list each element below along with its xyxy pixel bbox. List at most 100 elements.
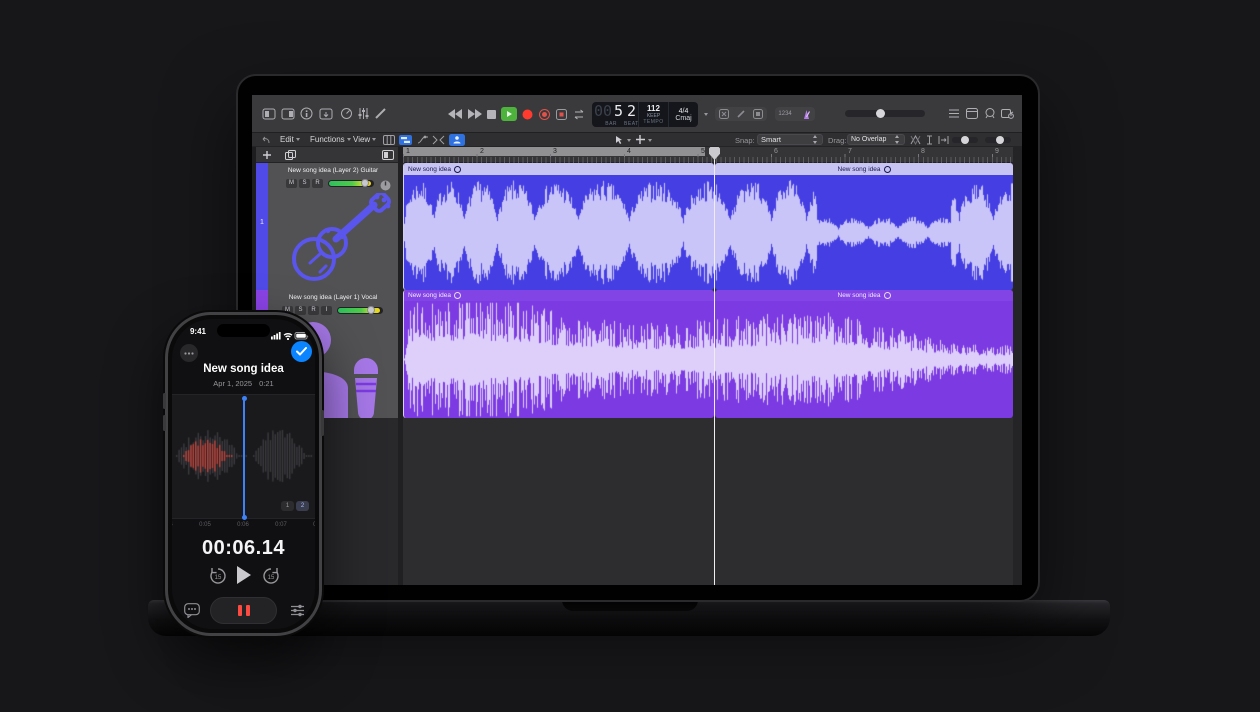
- library-icon[interactable]: [262, 108, 276, 120]
- guitar-region-2-label: New song idea: [838, 166, 881, 173]
- track-header-options-button[interactable]: [382, 150, 394, 160]
- play-button-phone[interactable]: [235, 565, 252, 590]
- recording-duration: 0:21: [259, 379, 274, 388]
- catch-playhead-icon[interactable]: [938, 135, 949, 145]
- metronome-icon[interactable]: [801, 109, 812, 120]
- vertical-zoom-slider[interactable]: [952, 137, 978, 143]
- track1-header[interactable]: New song idea (Layer 2) Guitar M S R: [268, 163, 398, 290]
- track2-volume-fader[interactable]: [337, 307, 383, 314]
- list-editors-icon[interactable]: [948, 108, 960, 119]
- menu-view[interactable]: View: [353, 133, 376, 147]
- track2-name: New song idea (Layer 1) Vocal: [268, 294, 398, 301]
- no-input-icon[interactable]: [719, 109, 729, 119]
- skip-forward-button[interactable]: 15: [262, 567, 280, 590]
- editors-icon[interactable]: [374, 107, 387, 120]
- note-pads-icon[interactable]: [966, 108, 978, 119]
- vocal-region-1[interactable]: New song idea: [403, 290, 714, 418]
- back-icon[interactable]: [261, 136, 271, 145]
- sliders-icon: [290, 604, 305, 617]
- macbook-lid: 0052 BARBEAT 112 KEEP TEMPO 4/4 Cmaj: [236, 74, 1040, 602]
- inspector-icon[interactable]: [281, 108, 295, 120]
- guitar-waveform-1: [404, 175, 714, 290]
- track2-input-monitor-button[interactable]: I: [321, 306, 332, 315]
- guitar-region-2[interactable]: New song idea: [715, 163, 1013, 290]
- quick-help-icon[interactable]: [300, 107, 313, 120]
- lcd-display[interactable]: 0052 BARBEAT 112 KEEP TEMPO 4/4 Cmaj: [592, 102, 698, 127]
- smart-controls-icon[interactable]: [340, 107, 353, 120]
- track1-record-enable-button[interactable]: R: [312, 179, 323, 188]
- text-tool-icon[interactable]: [926, 135, 933, 145]
- pointer-tool-menu[interactable]: [614, 135, 624, 145]
- count-in-metronome-group: 1234: [775, 107, 815, 121]
- cycle-button[interactable]: [572, 109, 586, 120]
- drag-dropdown[interactable]: No Overlap: [847, 134, 905, 145]
- mixer-icon[interactable]: [357, 107, 370, 120]
- stop-button[interactable]: [487, 110, 496, 119]
- count-in-button[interactable]: 1234: [778, 111, 791, 117]
- play-button[interactable]: [501, 107, 517, 121]
- ruler-bar-2: 2: [480, 148, 484, 156]
- display-mode-icon[interactable]: [753, 109, 763, 119]
- transcript-button[interactable]: [184, 603, 200, 623]
- ruler-0-06: 0:06: [237, 522, 249, 528]
- master-volume-slider[interactable]: [845, 110, 925, 117]
- track1-solo-button[interactable]: S: [299, 179, 310, 188]
- track2-record-enable-button[interactable]: R: [308, 306, 319, 315]
- duplicate-track-button[interactable]: [285, 150, 296, 160]
- command-tool-menu[interactable]: [636, 135, 645, 144]
- vocal-region-2[interactable]: New song idea: [715, 290, 1013, 418]
- forward-button[interactable]: [468, 109, 482, 119]
- ruler-0-04: 0:04: [172, 522, 173, 528]
- lcd-tempo-label: TEMPO: [643, 119, 663, 125]
- snap-dropdown[interactable]: Smart: [757, 134, 823, 145]
- options-button[interactable]: [290, 604, 305, 622]
- right-edge-strip: [1013, 147, 1022, 585]
- layer-2-pill[interactable]: 2: [296, 501, 309, 511]
- horizontal-zoom-slider[interactable]: [985, 137, 1011, 143]
- iphone: 9:41 New song idea Apr 1, 2025 0:21: [165, 312, 322, 636]
- flex-icon[interactable]: [432, 135, 445, 145]
- automation-icon[interactable]: [417, 135, 429, 145]
- lcd-menu-chevron-icon[interactable]: [704, 113, 708, 116]
- record-button[interactable]: [522, 109, 533, 120]
- track1-mute-button[interactable]: M: [286, 179, 297, 188]
- menu-functions[interactable]: Functions: [310, 133, 351, 147]
- track-alternatives-icon-selected[interactable]: [449, 134, 465, 146]
- region-loop-icon: [454, 292, 461, 299]
- ellipsis-icon: [184, 352, 194, 355]
- ruler-bar-4: 4: [627, 148, 631, 156]
- pause-bar: [238, 605, 242, 616]
- side-button: [321, 410, 324, 436]
- dynamic-island: [217, 324, 270, 337]
- more-button[interactable]: [180, 344, 198, 362]
- pause-button[interactable]: [210, 597, 277, 624]
- drag-label: Drag:: [828, 136, 846, 145]
- playhead-line[interactable]: [714, 155, 715, 585]
- menu-edit[interactable]: Edit: [280, 133, 300, 147]
- browsers-icon[interactable]: [1001, 107, 1014, 119]
- autopunch-button[interactable]: [556, 109, 567, 120]
- add-track-button[interactable]: [262, 150, 272, 160]
- pencil-icon[interactable]: [736, 109, 746, 119]
- regions-view-icon-selected[interactable]: [399, 135, 412, 145]
- skip-back-button[interactable]: 15: [209, 567, 227, 590]
- guitar-region-1[interactable]: New song idea: [403, 163, 714, 290]
- layer-1-pill[interactable]: 1: [281, 501, 294, 511]
- track2-solo-button[interactable]: S: [295, 306, 306, 315]
- ruler-0-08: 0:08: [313, 522, 315, 528]
- crossfade-icon[interactable]: [910, 135, 921, 145]
- grid-view-icon[interactable]: [383, 135, 395, 145]
- vocal-region-1-header: New song idea: [404, 290, 714, 301]
- done-button[interactable]: [291, 341, 312, 362]
- battery-icon: [295, 333, 309, 340]
- replace-record-button[interactable]: [539, 109, 550, 120]
- speech-bubble-icon: [184, 603, 200, 618]
- loop-browser-icon[interactable]: [984, 107, 996, 119]
- snap-label: Snap:: [735, 136, 755, 145]
- track1-volume-fader[interactable]: [328, 180, 374, 187]
- toolbar-toggle-icon[interactable]: [319, 108, 333, 120]
- phone-playhead[interactable]: [243, 398, 245, 517]
- ruler-bar-8: 8: [921, 148, 925, 156]
- rewind-button[interactable]: [448, 109, 462, 119]
- ruler-bar-5: 5: [701, 148, 705, 156]
